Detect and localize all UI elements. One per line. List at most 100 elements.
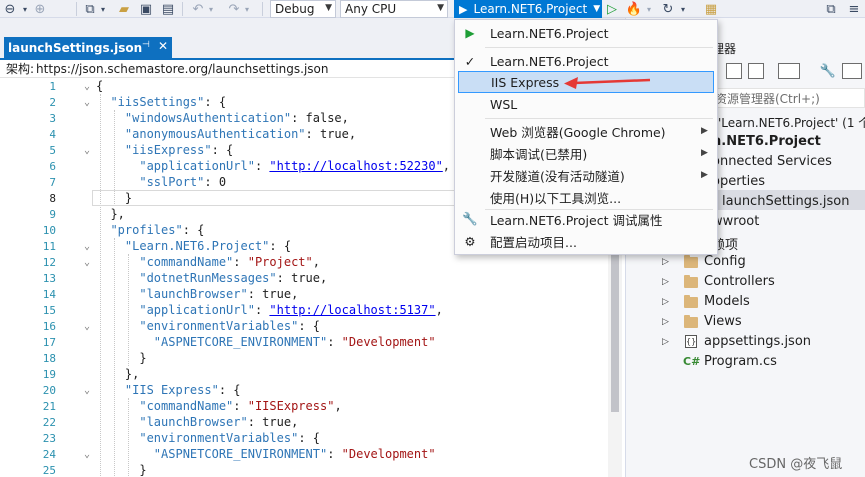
start-without-debugging-icon[interactable]: ▷ (604, 0, 620, 18)
expand-icon[interactable]: ▷ (662, 297, 669, 307)
start-debugging-button[interactable]: ▶ Learn.NET6.Project ▼ (454, 0, 602, 18)
fold-icon[interactable]: ⌄ (84, 97, 94, 108)
menu-item-profile-project[interactable]: ✓ Learn.NET6.Project (455, 50, 717, 72)
code-line[interactable]: } (96, 462, 146, 477)
menu-item-script-debugging[interactable]: 脚本调试(已禁用) ▶ (455, 142, 717, 164)
hot-reload-icon[interactable]: 🔥 (626, 0, 642, 18)
fold-icon[interactable]: ⌄ (84, 81, 94, 92)
expand-icon[interactable]: ▷ (662, 337, 669, 347)
fold-icon[interactable]: ⌄ (84, 241, 94, 252)
undo-dropdown-icon[interactable]: ▾ (206, 0, 216, 18)
fold-icon[interactable]: ⌄ (84, 449, 94, 460)
preview-icon[interactable] (842, 63, 862, 79)
show-all-icon[interactable] (748, 63, 764, 79)
save-all-icon[interactable]: ▤ (160, 0, 176, 18)
code-line[interactable]: "profiles": { (96, 222, 204, 238)
fold-icon[interactable]: ⌄ (84, 321, 94, 332)
back-icon[interactable]: ⊖ (2, 0, 18, 18)
wrench-icon[interactable]: 🔧 (820, 62, 836, 80)
save-icon[interactable]: ▣ (138, 0, 154, 18)
line-number: 4 (49, 128, 56, 141)
menu-item-debug-properties[interactable]: 🔧 Learn.NET6.Project 调试属性 (455, 208, 717, 230)
pin-icon[interactable]: ⊣ (142, 40, 150, 50)
tab-launchsettings[interactable]: launchSettings.json ⊣ ✕ (4, 37, 172, 58)
undo-icon[interactable]: ↶ (190, 0, 206, 18)
code-line[interactable]: } (96, 350, 146, 366)
back-dropdown-icon[interactable]: ▾ (20, 0, 30, 18)
run-dropdown-icon[interactable]: ▼ (593, 4, 600, 14)
code-line[interactable]: { (96, 78, 103, 94)
tree-item-views[interactable]: Views (704, 314, 742, 329)
overflow-icon[interactable]: ≡ (846, 0, 862, 18)
tree-item-config[interactable]: Config (704, 254, 746, 269)
fold-icon[interactable]: ⌄ (84, 257, 94, 268)
new-item-icon[interactable]: ⧉ (82, 0, 98, 18)
expand-icon[interactable]: ▷ (662, 277, 669, 287)
tree-item[interactable]: onnected Services (712, 154, 832, 169)
tree-item-models[interactable]: Models (704, 294, 750, 309)
code-line[interactable]: "environmentVariables": { (96, 430, 320, 446)
project-node[interactable]: n.NET6.Project (712, 134, 821, 149)
expand-icon[interactable]: ▷ (662, 317, 669, 327)
code-line[interactable]: "applicationUrl": "http://localhost:5223… (96, 158, 450, 174)
code-line[interactable]: "launchBrowser": true, (96, 286, 298, 302)
menu-item-web-browser[interactable]: Web 浏览器(Google Chrome) ▶ (455, 120, 717, 142)
code-line[interactable]: "iisSettings": { (96, 94, 226, 110)
code-line[interactable]: "ASPNETCORE_ENVIRONMENT": "Development" (96, 334, 436, 350)
line-number: 5 (49, 144, 56, 157)
menu-item-label: Learn.NET6.Project (490, 25, 609, 41)
menu-item-start-project[interactable]: ▶ Learn.NET6.Project (455, 22, 717, 44)
code-line[interactable]: "windowsAuthentication": false, (96, 110, 349, 126)
fold-icon[interactable]: ⌄ (84, 145, 94, 156)
code-line[interactable]: "Learn.NET6.Project": { (96, 238, 291, 254)
code-line[interactable]: "commandName": "IISExpress", (96, 398, 341, 414)
toolbox-icon[interactable]: ⧉ (822, 0, 840, 18)
new-item-dropdown-icon[interactable]: ▾ (98, 0, 108, 18)
code-line[interactable]: "anonymousAuthentication": true, (96, 126, 356, 142)
solution-config-icon[interactable]: ▦ (702, 0, 720, 18)
redo-dropdown-icon[interactable]: ▾ (242, 0, 252, 18)
menu-item-dev-tunnels[interactable]: 开发隧道(没有活动隧道) ▶ (455, 164, 717, 186)
expand-icon[interactable]: ▷ (662, 257, 669, 267)
forward-icon[interactable]: ⊕ (32, 0, 48, 18)
refresh-dropdown-icon[interactable]: ▾ (678, 0, 688, 18)
code-line[interactable]: "ASPNETCORE_ENVIRONMENT": "Development" (96, 446, 436, 462)
tree-item-selected[interactable]: launchSettings.json (722, 194, 849, 209)
menu-item-wsl[interactable]: WSL (455, 93, 717, 115)
close-icon[interactable]: ✕ (158, 39, 168, 53)
open-folder-icon[interactable]: ▰ (116, 0, 132, 18)
fold-icon[interactable]: ⌄ (84, 385, 94, 396)
solution-node[interactable]: 'Learn.NET6.Project' (1 个 (718, 114, 865, 131)
sync-icon[interactable] (778, 63, 800, 79)
refresh-icon[interactable]: ↻ (660, 0, 676, 18)
code-line[interactable]: }, (96, 206, 124, 222)
code-line[interactable]: "dotnetRunMessages": true, (96, 270, 327, 286)
tree-item-appsettings[interactable]: appsettings.json (704, 334, 811, 349)
code-line[interactable]: "IIS Express": { (96, 382, 241, 398)
code-line[interactable]: }, (96, 366, 139, 382)
redo-icon[interactable]: ↷ (226, 0, 242, 18)
code-line[interactable]: } (96, 190, 132, 206)
configuration-select[interactable]: Debug ▼ (270, 0, 336, 18)
tree-item-program[interactable]: Program.cs (704, 354, 777, 369)
tree-item[interactable]: operties (712, 174, 765, 189)
code-line[interactable]: "environmentVariables": { (96, 318, 320, 334)
menu-item-browse-with[interactable]: 使用(H)以下工具浏览... (455, 186, 717, 208)
platform-select[interactable]: Any CPU ▼ (340, 0, 448, 18)
line-number: 19 (42, 368, 56, 381)
schema-url[interactable]: https://json.schemastore.org/launchsetti… (36, 62, 328, 76)
code-line[interactable]: "sslPort": 0 (96, 174, 226, 190)
hot-reload-dropdown-icon[interactable]: ▾ (644, 0, 654, 18)
menu-item-configure-startup[interactable]: ⚙ 配置启动项目... (455, 230, 717, 252)
code-line[interactable]: "applicationUrl": "http://localhost:5137… (96, 302, 442, 318)
code-line[interactable]: "commandName": "Project", (96, 254, 320, 270)
submenu-arrow-icon: ▶ (701, 170, 708, 180)
code-line[interactable]: "iisExpress": { (96, 142, 233, 158)
check-icon: ✓ (464, 53, 476, 69)
tree-item[interactable]: wwroot (712, 214, 759, 229)
solution-search-input[interactable]: 资源管理器(Ctrl+;) (700, 88, 865, 108)
folder-icon (684, 295, 698, 308)
collapse-all-icon[interactable] (726, 63, 742, 79)
tree-item-controllers[interactable]: Controllers (704, 274, 775, 289)
code-line[interactable]: "launchBrowser": true, (96, 414, 298, 430)
